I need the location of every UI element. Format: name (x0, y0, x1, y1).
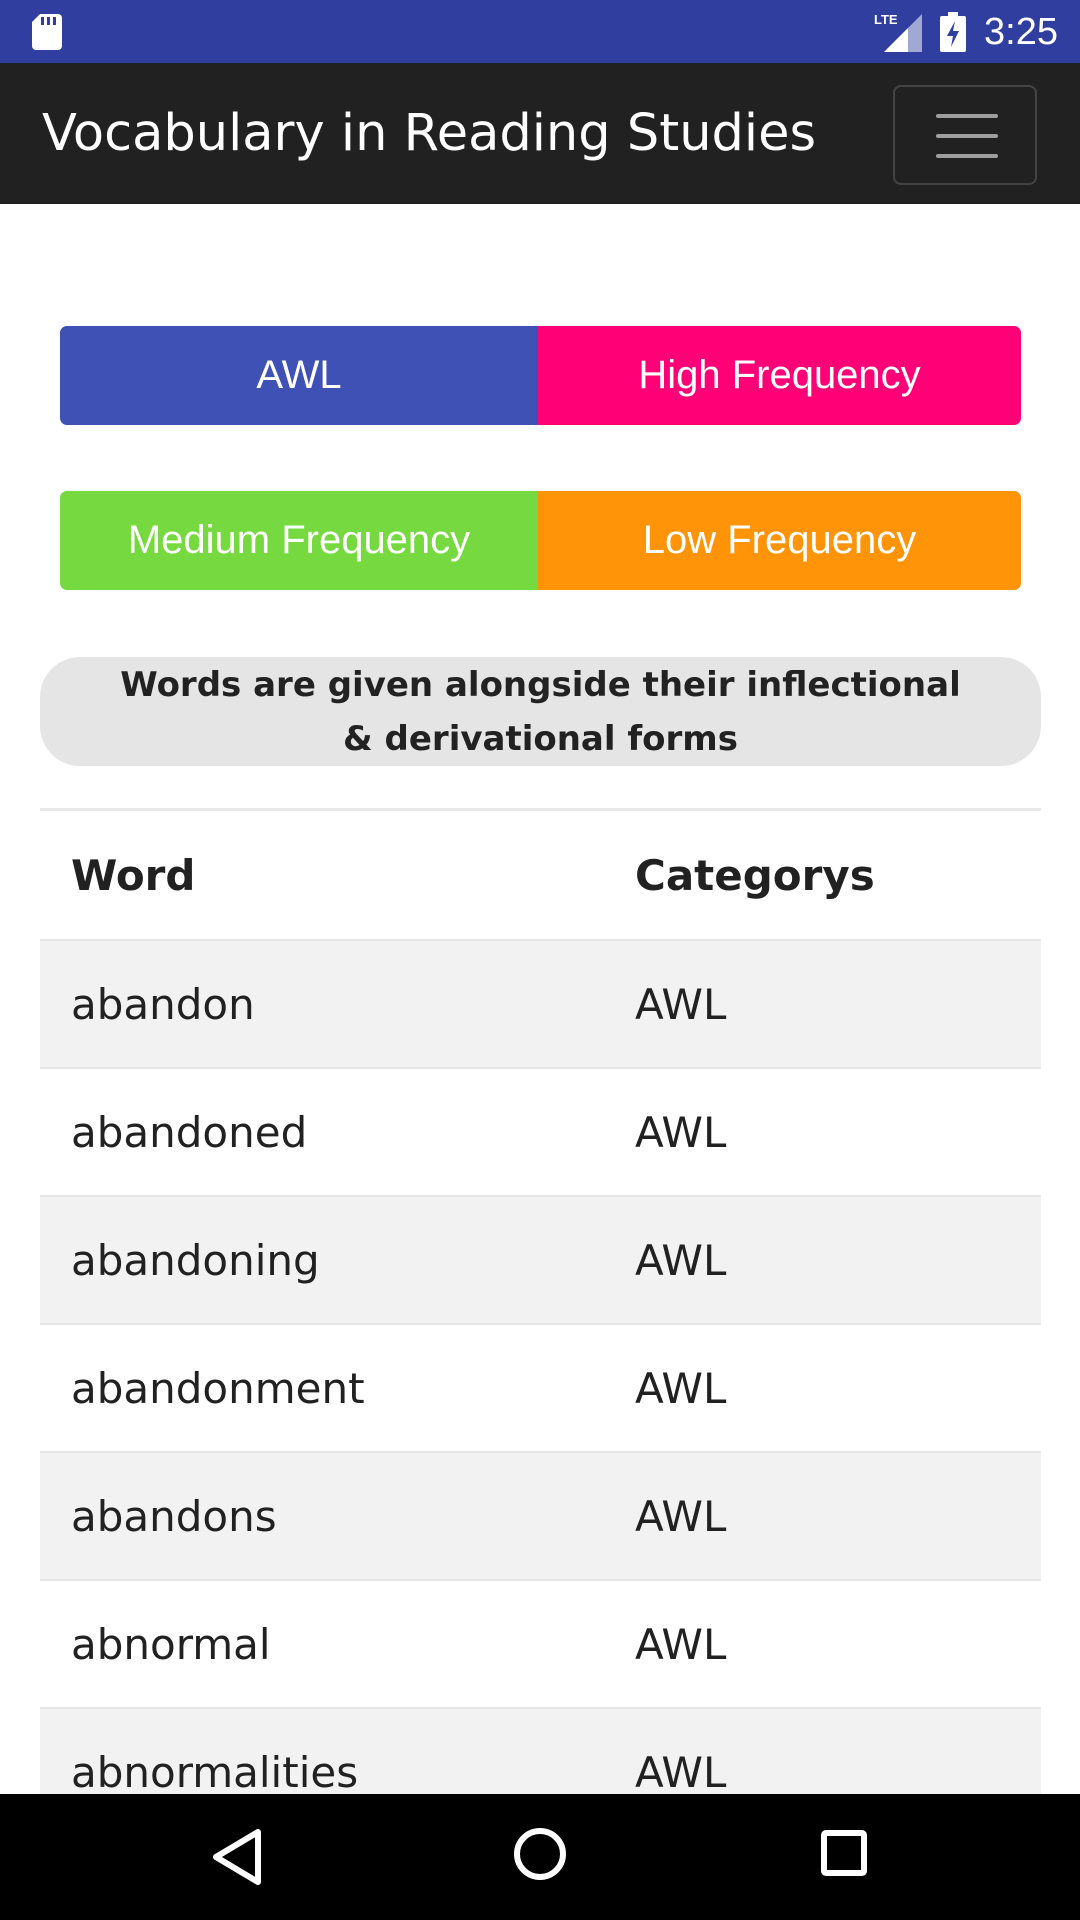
word-cell: abnormal (71, 1619, 271, 1669)
category-cell: AWL (635, 1235, 727, 1285)
header-category: Categorys (635, 850, 875, 900)
table-row[interactable]: abandoned AWL (40, 1069, 1041, 1197)
medium-frequency-button[interactable]: Medium Frequency (60, 491, 538, 590)
menu-toggle-button[interactable] (893, 85, 1037, 185)
forms-note-text: Words are given alongside their inflecti… (120, 664, 961, 759)
word-cell: abandon (71, 979, 255, 1029)
header-word: Word (71, 850, 196, 900)
back-icon[interactable] (212, 1828, 262, 1886)
category-cell: AWL (635, 1107, 727, 1157)
word-table: Word Categorys abandon AWL abandoned AWL… (40, 808, 1041, 1837)
app-bar: Vocabulary in Reading Studies (0, 63, 1080, 204)
sd-card-icon (32, 14, 62, 50)
table-row[interactable]: abandons AWL (40, 1453, 1041, 1581)
table-row[interactable]: abandon AWL (40, 941, 1041, 1069)
table-header-row: Word Categorys (40, 811, 1041, 941)
category-cell: AWL (635, 1619, 727, 1669)
category-cell: AWL (635, 979, 727, 1029)
system-nav-bar (0, 1794, 1080, 1920)
forms-note: Words are given alongside their inflecti… (40, 657, 1041, 766)
low-frequency-button[interactable]: Low Frequency (538, 491, 1021, 590)
recent-apps-icon[interactable] (820, 1829, 868, 1877)
awl-button[interactable]: AWL (60, 326, 538, 425)
lte-label: LTE (874, 12, 898, 27)
table-row[interactable]: abandoning AWL (40, 1197, 1041, 1325)
high-frequency-button[interactable]: High Frequency (538, 326, 1021, 425)
app-title: Vocabulary in Reading Studies (42, 104, 817, 163)
category-cell: AWL (635, 1491, 727, 1541)
word-cell: abandonment (71, 1363, 365, 1413)
table-row[interactable]: abandonment AWL (40, 1325, 1041, 1453)
home-icon[interactable] (512, 1826, 568, 1882)
battery-charging-icon (940, 12, 966, 52)
table-row[interactable]: abnormal AWL (40, 1581, 1041, 1709)
word-cell: abandons (71, 1491, 277, 1541)
status-bar: LTE 3:25 (0, 0, 1080, 63)
category-cell: AWL (635, 1363, 727, 1413)
word-cell: abandoning (71, 1235, 320, 1285)
status-clock: 3:25 (984, 11, 1058, 53)
word-cell: abandoned (71, 1107, 308, 1157)
lte-signal-icon: LTE (874, 12, 922, 52)
